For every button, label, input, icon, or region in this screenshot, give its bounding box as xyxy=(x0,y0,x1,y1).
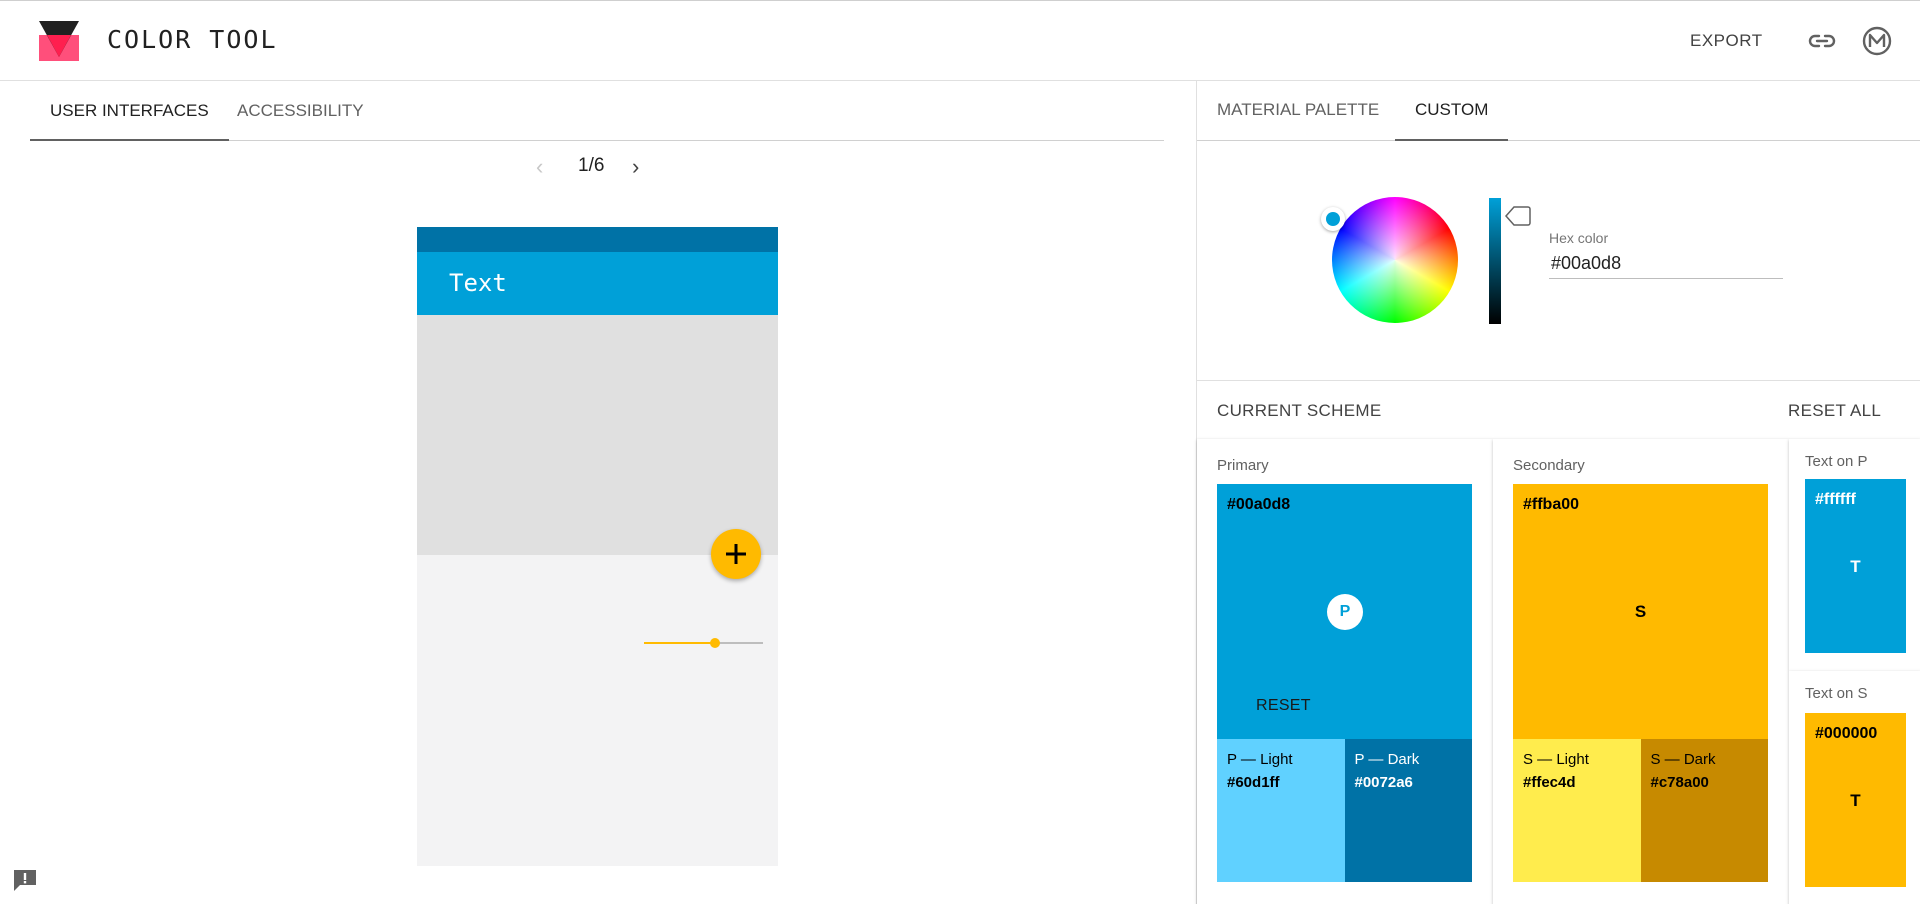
primary-dark-swatch[interactable]: P — Dark #0072a6 xyxy=(1344,739,1472,882)
secondary-swatch[interactable]: #ffba00 S xyxy=(1513,484,1768,739)
primary-light-swatch[interactable]: P — Light #60d1ff xyxy=(1217,739,1345,882)
secondary-dark-swatch[interactable]: S — Dark #c78a00 xyxy=(1640,739,1768,882)
wheel-handle-swatch xyxy=(1326,212,1340,226)
fab-button[interactable] xyxy=(711,529,761,579)
secondary-card: Secondary #ffba00 S S — Light #ffec4d S … xyxy=(1493,439,1789,904)
primary-badge: P xyxy=(1327,594,1363,630)
feedback-icon[interactable] xyxy=(12,868,38,892)
text-on-secondary-letter: T xyxy=(1850,791,1861,810)
color-picker: Hex color xyxy=(1197,141,1920,381)
brightness-handle-icon[interactable] xyxy=(1504,204,1532,228)
logo-icon xyxy=(39,21,79,61)
text-on-primary-hex: #ffffff xyxy=(1815,491,1856,508)
color-wheel-handle[interactable] xyxy=(1321,207,1345,231)
slider-track xyxy=(715,642,763,644)
tab-accessibility[interactable]: ACCESSIBILITY xyxy=(217,82,384,141)
secondary-dark-hex: #c78a00 xyxy=(1650,774,1709,791)
left-tab-bar: USER INTERFACES ACCESSIBILITY xyxy=(30,82,1164,141)
tab-material-palette[interactable]: MATERIAL PALETTE xyxy=(1197,81,1399,141)
primary-card-label: Primary xyxy=(1217,457,1269,474)
primary-light-hex: #60d1ff xyxy=(1227,774,1280,791)
plus-icon xyxy=(726,544,746,564)
color-wheel[interactable] xyxy=(1332,197,1458,323)
primary-reset-button[interactable]: RESET xyxy=(1256,697,1311,715)
export-button[interactable]: EXPORT xyxy=(1690,31,1763,51)
app-title: COLOR TOOL xyxy=(107,25,278,54)
primary-swatch[interactable]: #00a0d8 P RESET xyxy=(1217,484,1472,739)
preview-slider[interactable] xyxy=(644,637,763,649)
secondary-card-label: Secondary xyxy=(1513,457,1585,474)
text-on-secondary-swatch[interactable]: #000000 T xyxy=(1805,713,1906,887)
brightness-slider[interactable] xyxy=(1489,198,1501,324)
primary-dark-hex: #0072a6 xyxy=(1354,774,1413,791)
material-icon[interactable] xyxy=(1862,26,1892,56)
secondary-hex: #ffba00 xyxy=(1523,496,1580,513)
chevron-left-icon[interactable]: ‹ xyxy=(536,154,543,180)
hex-color-label: Hex color xyxy=(1549,230,1609,246)
current-scheme-header: CURRENT SCHEME RESET ALL xyxy=(1197,381,1920,439)
slider-thumb[interactable] xyxy=(710,638,720,648)
preview-app-bar-title: Text xyxy=(449,269,507,297)
chevron-right-icon[interactable]: › xyxy=(632,154,639,180)
right-panel: MATERIAL PALETTE CUSTOM Hex color CURREN… xyxy=(1196,81,1920,904)
reset-all-button[interactable]: RESET ALL xyxy=(1788,401,1881,421)
pager-label: 1/6 xyxy=(578,155,605,176)
phone-preview: Text xyxy=(417,227,778,866)
text-on-primary-letter: T xyxy=(1850,557,1861,576)
preview-app-bar: Text xyxy=(417,252,778,315)
secondary-light-hex: #ffec4d xyxy=(1523,774,1576,791)
text-on-primary-swatch[interactable]: #ffffff T xyxy=(1805,479,1906,653)
text-on-primary-label: Text on P xyxy=(1805,453,1868,470)
secondary-light-name: S — Light xyxy=(1523,751,1589,768)
secondary-letter: S xyxy=(1634,602,1647,621)
tab-custom[interactable]: CUSTOM xyxy=(1395,81,1509,141)
primary-dark-name: P — Dark xyxy=(1354,751,1420,768)
text-on-secondary-hex: #000000 xyxy=(1815,725,1878,742)
text-on-secondary-card: Text on S #000000 T xyxy=(1789,671,1920,904)
right-tab-bar: MATERIAL PALETTE CUSTOM xyxy=(1197,81,1920,141)
preview-content-area xyxy=(417,315,778,555)
hex-color-input[interactable] xyxy=(1549,249,1783,279)
current-scheme-title: CURRENT SCHEME xyxy=(1217,401,1382,420)
slider-fill xyxy=(644,642,715,644)
primary-card: Primary #00a0d8 P RESET P — Light #60d1f… xyxy=(1197,439,1493,904)
link-icon[interactable] xyxy=(1808,29,1836,53)
status-bar xyxy=(417,227,778,252)
text-on-secondary-label: Text on S xyxy=(1805,685,1868,702)
primary-hex: #00a0d8 xyxy=(1227,496,1291,513)
secondary-dark-name: S — Dark xyxy=(1650,751,1716,768)
tab-user-interfaces[interactable]: USER INTERFACES xyxy=(30,82,229,141)
secondary-light-swatch[interactable]: S — Light #ffec4d xyxy=(1513,739,1641,882)
primary-light-name: P — Light xyxy=(1227,751,1293,768)
text-on-primary-card: Text on P #ffffff T xyxy=(1789,439,1920,671)
top-app-bar: COLOR TOOL EXPORT xyxy=(0,0,1920,81)
